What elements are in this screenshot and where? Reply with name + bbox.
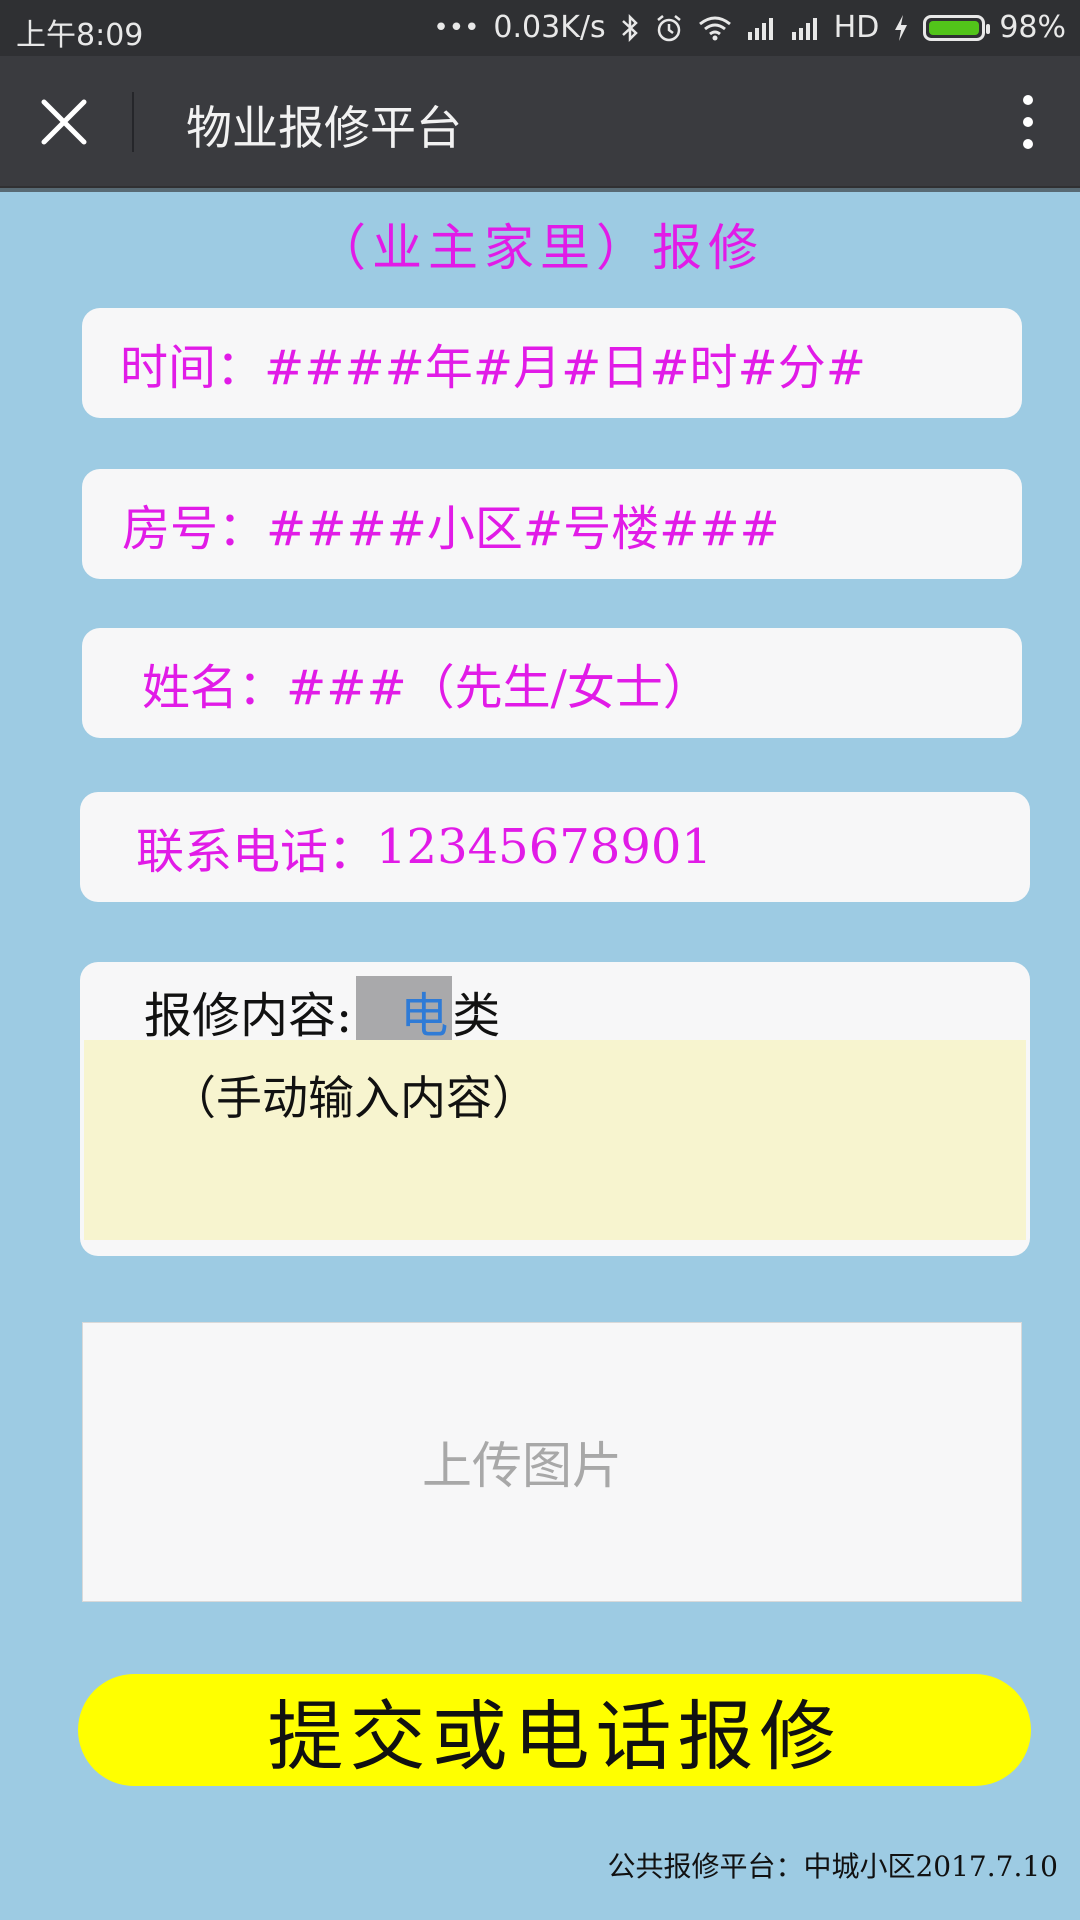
wifi-icon — [698, 15, 732, 41]
page-title: 物业报修平台 — [186, 101, 462, 155]
repair-category-row: 报修内容: 电 类 — [144, 976, 500, 1046]
more-dots-icon: ••• — [433, 12, 480, 43]
category-select[interactable]: 电 — [356, 976, 453, 1046]
status-right: ••• 0.03K/s HD 98% — [433, 10, 1066, 45]
category-suffix: 类 — [452, 988, 501, 1044]
name-field[interactable]: 姓名： ###（先生/女士） — [82, 628, 1022, 738]
signal-icon-1 — [746, 16, 776, 40]
more-menu-icon[interactable] — [1020, 92, 1036, 152]
close-icon[interactable] — [36, 94, 92, 150]
net-speed: 0.03K/s — [493, 10, 606, 45]
bluetooth-icon — [620, 13, 640, 43]
submit-button[interactable]: 提交或电话报修 — [78, 1674, 1031, 1786]
form-heading: （业主家里）报修 — [316, 219, 764, 277]
upload-image-button[interactable]: 上传图片 — [82, 1322, 1022, 1602]
nav-bar: 物业报修平台 — [0, 56, 1080, 188]
alarm-icon — [654, 13, 684, 43]
charging-icon — [893, 14, 909, 42]
repair-content-placeholder: （手动输入内容） — [170, 1071, 538, 1125]
time-value: ####年#月#日#时#分# — [264, 340, 866, 396]
phone-label: 联系电话： — [136, 824, 377, 880]
name-value: ###（先生/女士） — [286, 660, 711, 716]
room-label: 房号： — [122, 501, 267, 557]
time-label: 时间： — [120, 340, 265, 396]
repair-content-label: 报修内容: — [144, 988, 353, 1044]
hd-label: HD — [833, 10, 880, 45]
room-value: ####小区#号楼### — [266, 501, 780, 557]
status-time: 上午8:09 — [16, 18, 144, 53]
phone-field[interactable]: 联系电话： 12345678901 — [80, 792, 1030, 902]
room-field[interactable]: 房号： ####小区#号楼### — [82, 469, 1022, 579]
battery-percent: 98% — [999, 10, 1066, 45]
phone-value: 12345678901 — [376, 819, 712, 875]
nav-divider — [132, 92, 134, 152]
name-label: 姓名： — [142, 660, 287, 716]
upload-image-label: 上传图片 — [422, 1437, 622, 1495]
repair-content-textarea[interactable]: （手动输入内容） — [84, 1040, 1026, 1240]
signal-icon-2 — [790, 16, 820, 40]
time-field[interactable]: 时间： ####年#月#日#时#分# — [82, 308, 1022, 418]
repair-content-card: 报修内容: 电 类 （手动输入内容） — [80, 962, 1030, 1256]
nav-shadow — [0, 186, 1080, 192]
footer-text: 公共报修平台：中城小区2017.7.10 — [607, 1850, 1058, 1883]
status-bar: 上午8:09 ••• 0.03K/s HD 98% — [0, 0, 1080, 56]
battery-icon — [923, 14, 991, 41]
